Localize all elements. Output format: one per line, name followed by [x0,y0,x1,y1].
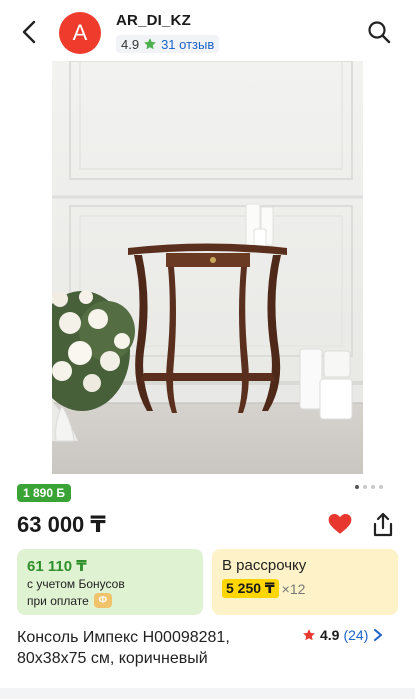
installment-monthly: 5 250 ₸ [222,579,279,598]
share-icon[interactable] [370,511,396,539]
search-icon[interactable] [366,19,392,45]
installment-amount-row: 5 250 ₸ ×12 [222,579,305,598]
store-rating-pill[interactable]: 4.9 31 отзыв [116,35,220,53]
store-reviews-link[interactable]: 31 отзыв [161,37,214,52]
gallery-dot[interactable] [355,485,359,489]
gallery-dot[interactable] [371,485,375,489]
product-rating-value: 4.9 [320,627,340,643]
bottom-sheet-edge [0,688,415,699]
payment-coin-icon: Ф [93,593,112,608]
gallery-dot[interactable] [379,485,383,489]
store-avatar[interactable]: A [59,12,101,54]
bonus-points-badge: 1 890 Б [17,484,71,502]
product-title: Консоль Импекс Н00098281, 80x38x75 см, к… [17,629,230,667]
back-arrow-icon[interactable] [16,18,44,46]
gallery-pagination [355,485,383,489]
store-rating-value: 4.9 [121,36,140,52]
chevron-right-icon[interactable] [372,628,384,642]
bonus-price-payment-label: при оплате [27,593,89,608]
store-name[interactable]: AR_DI_KZ [116,12,191,29]
top-app-bar: A AR_DI_KZ 4.9 31 отзыв [0,0,415,64]
product-rating[interactable]: 4.9 (24) [302,627,384,643]
heart-icon[interactable] [327,511,353,537]
product-photo[interactable] [52,61,363,474]
installment-multiplier: ×12 [281,580,306,597]
installment-title: В рассрочку [222,557,307,574]
star-icon [144,38,156,50]
bonus-price-payment: при оплате Ф [27,593,112,608]
product-review-count[interactable]: (24) [343,627,368,643]
product-price: 63 000 ₸ [17,512,106,537]
bonus-price-amount: 61 110 ₸ [27,558,87,575]
star-icon [303,629,315,641]
bonus-price-card[interactable]: 61 110 ₸ с учетом Бонусов при оплате Ф [17,549,203,615]
console-table-image [52,61,363,474]
installment-card[interactable]: В рассрочку 5 250 ₸ ×12 [212,549,398,615]
gallery-dot[interactable] [363,485,367,489]
bonus-price-note: с учетом Бонусов [27,577,125,591]
